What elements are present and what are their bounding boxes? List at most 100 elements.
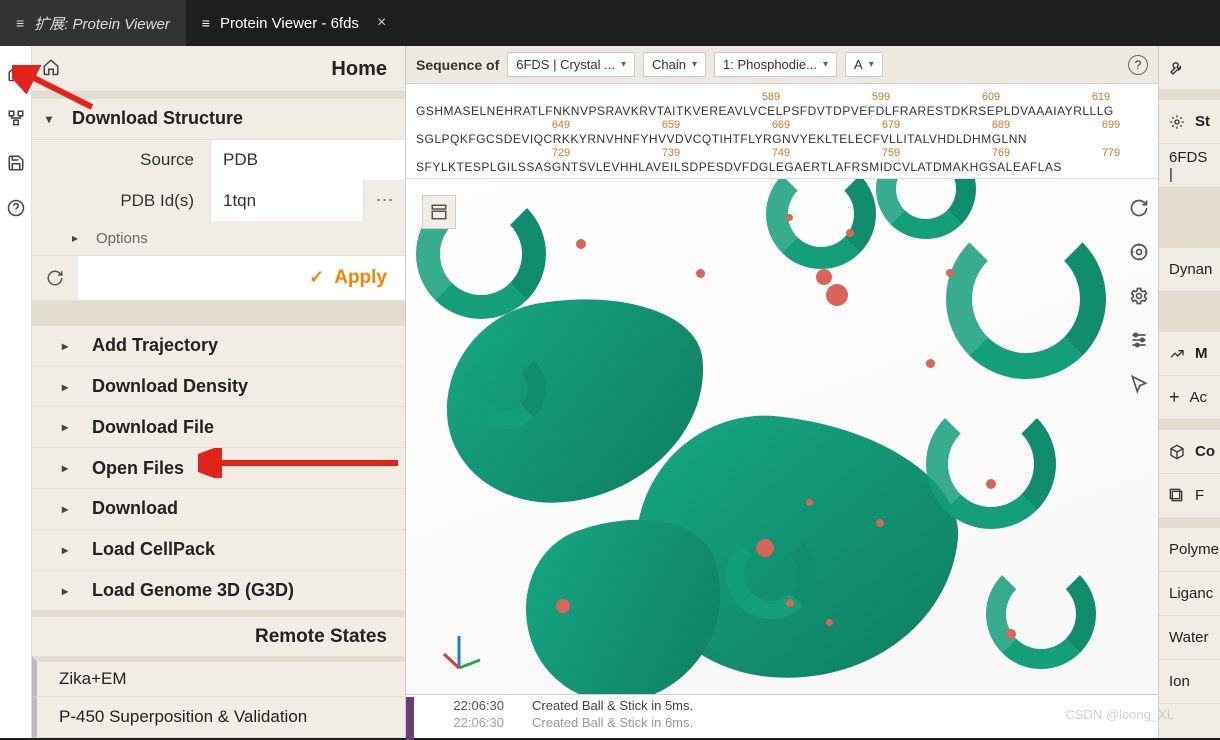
seq-line: SFYLKTESPLGILSSASGNTSVLEVHHLAVEILSDPESDV… xyxy=(416,160,1148,174)
log-msg: Created Ball & Stick in 5ms. xyxy=(532,698,693,713)
chevron-right-icon xyxy=(62,543,76,557)
apply-button[interactable]: ✓ Apply xyxy=(78,256,405,300)
check-icon: ✓ xyxy=(309,267,324,288)
section-remote-states: Remote States xyxy=(32,611,405,656)
log-time: 22:06:30 xyxy=(424,698,504,713)
tab-label: Protein Viewer - 6fds xyxy=(220,15,359,32)
accordion-download[interactable]: Download xyxy=(32,489,405,530)
sequence-toolbar: Sequence of 6FDS | Crystal ...▾ Chain▾ 1… xyxy=(406,46,1158,84)
chevron-right-icon xyxy=(62,502,76,516)
help-icon[interactable] xyxy=(7,199,25,222)
select-chain-value[interactable]: 1: Phosphodie...▾ xyxy=(714,52,837,77)
log-time: 22:06:30 xyxy=(424,715,504,730)
select-segment[interactable]: A▾ xyxy=(845,52,883,77)
chevron-right-icon xyxy=(62,461,76,475)
accordion-add-trajectory[interactable]: Add Trajectory xyxy=(32,326,405,367)
help-icon[interactable]: ? xyxy=(1128,55,1148,75)
chevron-down-icon: ▾ xyxy=(823,59,828,70)
rp-ligand[interactable]: Liganc xyxy=(1159,572,1220,616)
panel-title: Home xyxy=(331,58,387,81)
rp-ion[interactable]: Ion xyxy=(1159,660,1220,704)
chevron-right-icon xyxy=(62,339,76,353)
rp-dynamics[interactable]: Dynan xyxy=(1159,248,1220,292)
structure-canvas[interactable] xyxy=(406,179,1158,694)
rp-focus[interactable]: F xyxy=(1159,474,1220,518)
chevron-down-icon: ▾ xyxy=(869,59,874,70)
rp-id[interactable]: 6FDS | xyxy=(1159,144,1220,188)
icon-rail xyxy=(0,46,32,738)
chevron-right-icon xyxy=(62,420,76,434)
tab-label: 扩展: Protein Viewer xyxy=(34,13,170,34)
rp-polymer[interactable]: Polyme xyxy=(1159,528,1220,572)
refresh-icon[interactable] xyxy=(32,269,78,287)
section-label: Download Structure xyxy=(72,108,243,129)
seq-label: Sequence of xyxy=(416,57,499,73)
accordion-label: Download xyxy=(92,498,178,519)
chevron-down-icon xyxy=(46,112,60,126)
row-pdb-id: PDB Id(s) 1tqn ⋯ xyxy=(32,180,405,221)
seq-line: GSHMASELNEHRATLFNKNVPSRAVKRVTAITKVEREAVL… xyxy=(416,104,1148,118)
controls-icon[interactable] xyxy=(1126,327,1152,353)
screenshot-icon[interactable] xyxy=(1126,239,1152,265)
accordion-download-density[interactable]: Download Density xyxy=(32,367,405,408)
rp-measurements[interactable]: M xyxy=(1159,332,1220,376)
accordion-label: Add Trajectory xyxy=(92,335,218,356)
toggle-panel-icon[interactable] xyxy=(422,195,456,229)
log-panel: 22:06:30 Created Ball & Stick in 5ms. 22:… xyxy=(406,694,1158,738)
rp-wrench[interactable] xyxy=(1159,46,1220,90)
chevron-right-icon xyxy=(62,380,76,394)
label-options: Options xyxy=(96,230,148,247)
hamburger-icon: ≡ xyxy=(202,15,210,31)
input-pdbid[interactable]: 1tqn xyxy=(210,180,363,221)
right-panel: St 6FDS | Dynan M +Ac Co F Polyme Liganc… xyxy=(1158,46,1220,738)
hamburger-icon: ≡ xyxy=(16,15,24,31)
seq-line: SGLPQKFGCSDEVIQCRKKYRNVHNFYHVVDVCQTIHTFL… xyxy=(416,132,1148,146)
home-icon[interactable] xyxy=(7,64,25,87)
accordion-label: Open Files xyxy=(92,458,184,479)
viewer-column: Sequence of 6FDS | Crystal ...▾ Chain▾ 1… xyxy=(406,46,1158,738)
accordion-load-cellpack[interactable]: Load CellPack xyxy=(32,530,405,571)
accordion-label: Load Genome 3D (G3D) xyxy=(92,580,294,601)
value-source[interactable]: PDB xyxy=(210,140,405,181)
home-icon[interactable] xyxy=(42,58,60,81)
tree-icon[interactable] xyxy=(7,109,25,132)
panel-header: Home xyxy=(32,46,405,91)
app-body: Home Download Structure Source PDB PDB I… xyxy=(0,46,1220,738)
more-icon[interactable]: ⋯ xyxy=(363,180,405,221)
accordion-open-files[interactable]: Open Files xyxy=(32,448,405,489)
select-entity[interactable]: 6FDS | Crystal ...▾ xyxy=(507,52,635,77)
rp-add[interactable]: +Ac xyxy=(1159,376,1220,420)
row-options[interactable]: Options xyxy=(32,221,405,256)
sequence-view[interactable]: 58959960961962963 GSHMASELNEHRATLFNKNVPS… xyxy=(406,84,1158,179)
label-source: Source xyxy=(32,150,210,170)
close-icon[interactable]: × xyxy=(377,14,386,32)
watermark: CSDN @loong_XL xyxy=(1065,707,1174,722)
tab-protein-viewer[interactable]: ≡ Protein Viewer - 6fds × xyxy=(186,0,402,46)
state-item[interactable]: Zika+EM xyxy=(32,656,405,697)
pointer-icon[interactable] xyxy=(1126,371,1152,397)
select-chain[interactable]: Chain▾ xyxy=(643,52,706,77)
state-item[interactable]: P-450 Superposition & Validation xyxy=(32,697,405,738)
accordion-download-file[interactable]: Download File xyxy=(32,407,405,448)
chevron-down-icon: ▾ xyxy=(692,59,697,70)
chevron-right-icon xyxy=(72,231,86,245)
save-icon[interactable] xyxy=(7,154,25,177)
section-download-structure[interactable]: Download Structure xyxy=(32,99,405,140)
label-pdbid: PDB Id(s) xyxy=(32,191,210,211)
rp-components[interactable]: Co xyxy=(1159,430,1220,474)
row-apply: ✓ Apply xyxy=(32,256,405,301)
accordion-label: Load CellPack xyxy=(92,539,215,560)
accordion-label: Download Density xyxy=(92,376,248,397)
log-msg: Created Ball & Stick in 6ms. xyxy=(532,715,693,730)
axis-gizmo xyxy=(434,628,484,678)
chevron-down-icon: ▾ xyxy=(621,59,626,70)
settings-icon[interactable] xyxy=(1126,283,1152,309)
row-source: Source PDB xyxy=(32,140,405,181)
accordion-load-g3d[interactable]: Load Genome 3D (G3D) xyxy=(32,571,405,612)
reset-icon[interactable] xyxy=(1126,195,1152,221)
accordion-label: Download File xyxy=(92,417,214,438)
rp-water[interactable]: Water xyxy=(1159,616,1220,660)
tab-extension[interactable]: ≡ 扩展: Protein Viewer xyxy=(0,0,186,46)
rp-structure[interactable]: St xyxy=(1159,100,1220,144)
apply-label: Apply xyxy=(334,267,387,289)
